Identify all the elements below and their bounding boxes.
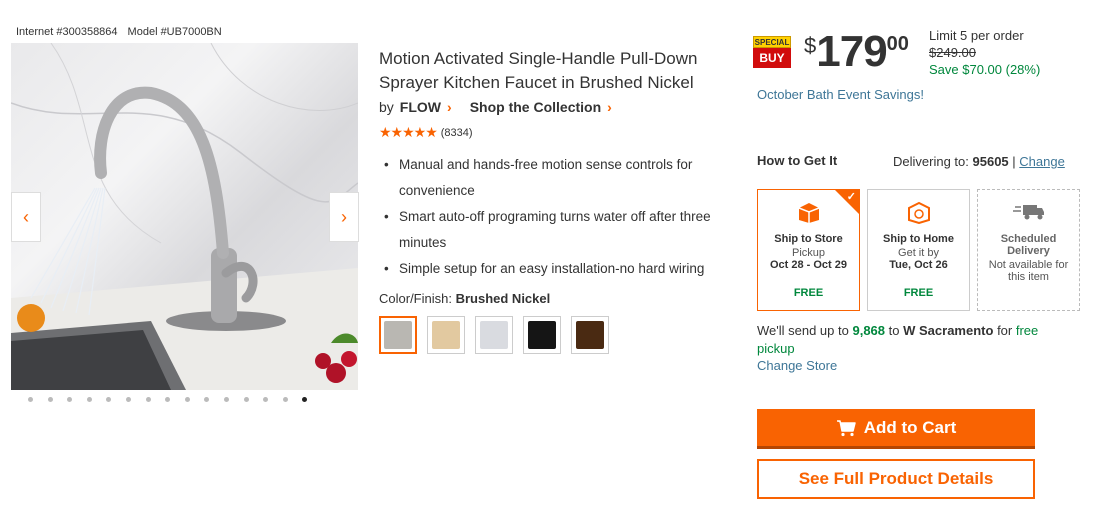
finish-label: Color/Finish: Brushed Nickel [379, 291, 550, 306]
note-mid: to [888, 323, 900, 338]
internet-number: Internet #300358864 [16, 26, 118, 38]
gallery-dot[interactable] [145, 397, 151, 402]
price: $ 179 00 [804, 30, 909, 74]
by-label: by [379, 99, 394, 115]
gallery-dot[interactable] [263, 397, 269, 402]
highlight-item: Manual and hands-free motion sense contr… [384, 152, 734, 204]
option-price: FREE [903, 287, 934, 299]
product-highlights: Manual and hands-free motion sense contr… [384, 152, 734, 282]
star-rating-icon: ★★★★★ [379, 124, 438, 140]
finish-swatches [379, 316, 609, 354]
option-sub: Get it by [898, 247, 939, 259]
finish-swatch[interactable] [475, 316, 513, 354]
gallery-dot[interactable] [302, 397, 308, 402]
note-count: 9,868 [852, 323, 886, 338]
see-full-details-label: See Full Product Details [798, 469, 994, 488]
was-price: $249.00 [929, 45, 976, 60]
gallery-next-button[interactable]: › [329, 192, 359, 242]
finish-value: Brushed Nickel [455, 291, 551, 306]
option-name: Ship to Store [774, 233, 843, 245]
ship-to-store-note: We'll send up to 9,868 to W Sacramento f… [757, 322, 1077, 358]
delivering-to-label: Delivering to: [893, 154, 969, 169]
finish-swatch[interactable] [427, 316, 465, 354]
swatch-color [576, 321, 604, 349]
separator: | [1012, 154, 1016, 169]
home-box-icon [907, 201, 930, 225]
gallery-dot[interactable] [47, 397, 53, 402]
chevron-right-icon: › [341, 206, 347, 227]
price-currency: $ [804, 33, 817, 58]
add-to-cart-button[interactable]: Add to Cart [757, 409, 1035, 449]
change-store-link[interactable]: Change Store [757, 358, 837, 373]
chevron-left-icon: ‹ [23, 206, 29, 227]
store-box-icon [798, 203, 819, 223]
option-name: Scheduled Delivery [1000, 233, 1057, 257]
finish-swatch[interactable] [523, 316, 561, 354]
option-sub: Not available for this item [988, 259, 1069, 283]
gallery-dot[interactable] [67, 397, 73, 402]
badge-top-text: SPECIAL [753, 36, 791, 48]
gallery-dot[interactable] [282, 397, 288, 402]
review-count[interactable]: (8334) [441, 127, 473, 139]
change-zip-link[interactable]: Change [1019, 154, 1065, 169]
see-full-details-button[interactable]: See Full Product Details [757, 459, 1035, 499]
product-identifiers: Internet #300358864 Model #UB7000BN [16, 26, 222, 38]
rating[interactable]: ★★★★★ (8334) [379, 124, 473, 141]
delivery-location: Delivering to: 95605 | Change [893, 154, 1065, 169]
price-dollars: 179 [816, 27, 887, 76]
option-date: Oct 28 - Oct 29 [769, 259, 848, 271]
promo-link[interactable]: October Bath Event Savings! [757, 87, 924, 102]
scheduled-delivery-option: Scheduled Delivery Not available for thi… [977, 189, 1080, 311]
chevron-right-icon: › [607, 99, 612, 115]
ship-to-store-option[interactable]: ✓ Ship to Store Pickup Oct 28 - Oct 29 F… [757, 189, 860, 311]
special-buy-badge: SPECIAL BUY [753, 36, 791, 70]
swatch-color [432, 321, 460, 349]
shop-collection-link[interactable]: Shop the Collection [470, 99, 601, 115]
finish-label-text: Color/Finish: [379, 291, 452, 306]
option-price: FREE [793, 287, 824, 299]
gallery-prev-button[interactable]: ‹ [11, 192, 41, 242]
ship-to-home-option[interactable]: Ship to Home Get it by Tue, Oct 26 FREE [867, 189, 970, 311]
note-store: W Sacramento [903, 323, 994, 338]
gallery-dots [22, 397, 352, 415]
option-sub: Pickup [791, 247, 826, 259]
highlight-item: Smart auto-off programing turns water of… [384, 204, 734, 256]
product-image [11, 43, 358, 390]
how-to-get-it: How to Get It [757, 153, 838, 168]
gallery-dot[interactable] [28, 397, 33, 402]
brand-line: by FLOW › Shop the Collection › [379, 99, 624, 115]
highlight-item: Simple setup for an easy installation-no… [384, 256, 734, 282]
badge-bottom-text: BUY [753, 48, 791, 68]
gallery-dot[interactable] [125, 397, 131, 402]
cart-icon [836, 419, 856, 436]
option-name: Ship to Home [883, 233, 954, 245]
gallery-dot[interactable] [243, 397, 249, 402]
gallery-dot[interactable] [165, 397, 171, 402]
finish-swatch[interactable] [379, 316, 417, 354]
swatch-color [480, 321, 508, 349]
check-icon: ✓ [846, 191, 856, 203]
swatch-color [528, 321, 556, 349]
gallery-dot[interactable] [223, 397, 229, 402]
note-prefix: We'll send up to [757, 323, 849, 338]
gallery-dot[interactable] [204, 397, 210, 402]
product-title: Motion Activated Single-Handle Pull-Down… [379, 49, 698, 92]
zip-code: 95605 [972, 154, 1009, 169]
gallery-dot[interactable] [106, 397, 112, 402]
finish-swatch[interactable] [571, 316, 609, 354]
chevron-right-icon: › [447, 99, 452, 115]
model-number: Model #UB7000BN [127, 26, 222, 38]
brand-link[interactable]: FLOW [400, 99, 441, 115]
gallery-dot[interactable] [184, 397, 190, 402]
option-date: Tue, Oct 26 [889, 259, 948, 271]
price-cents: 00 [886, 33, 909, 55]
note-for: for [997, 323, 1013, 338]
truck-icon [1012, 205, 1044, 220]
gallery-dot[interactable] [86, 397, 92, 402]
add-to-cart-label: Add to Cart [863, 417, 957, 437]
limit-text: Limit 5 per order [929, 28, 1024, 43]
savings-text: Save $70.00 (28%) [929, 62, 1041, 77]
swatch-color [384, 321, 412, 349]
